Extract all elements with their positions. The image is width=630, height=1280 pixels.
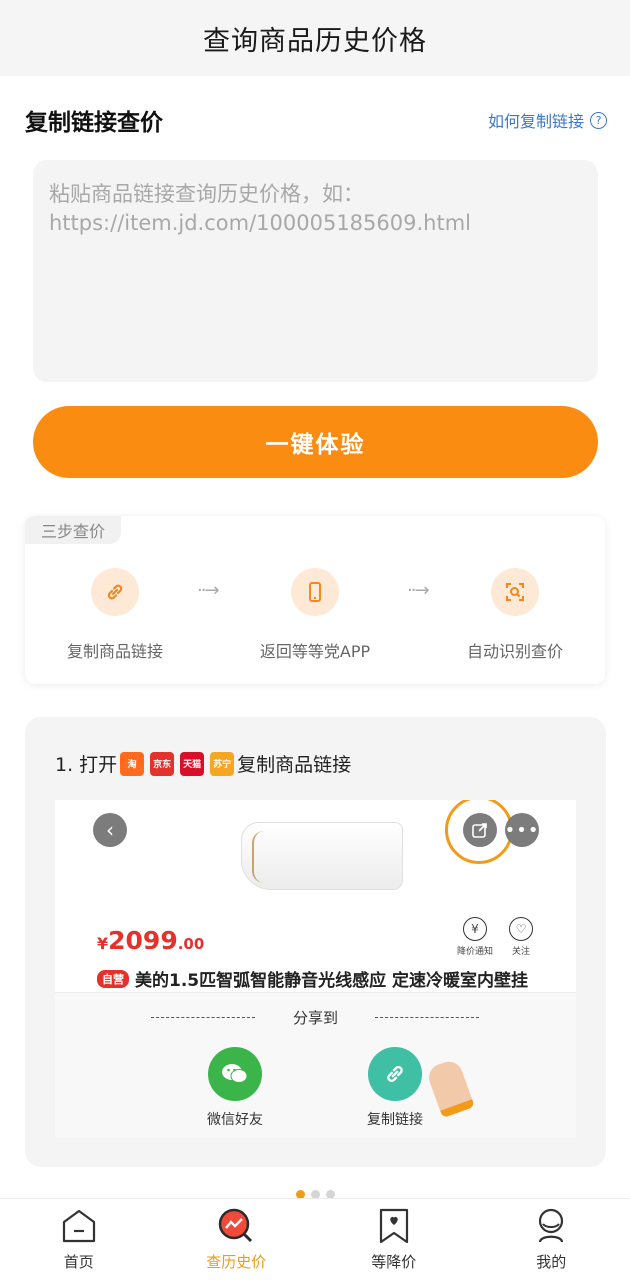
step-label: 复制商品链接 [66,642,163,661]
taobao-icon: 淘 [120,751,145,776]
step-label: 自动识别查价 [466,642,563,661]
share-copy-link: 复制链接 [367,1047,423,1129]
phone-icon [291,568,339,616]
link-icon [91,568,139,616]
try-now-label: 一键体验 [265,431,366,457]
link-input[interactable] [49,180,582,362]
link-icon [368,1047,422,1101]
guide-step-text: 1. 打开 淘 京东 天猫 苏宁 复制商品链接 [55,750,351,777]
follow-label: 关注 [511,947,530,957]
share-option-label: 微信好友 [207,1112,263,1128]
try-now-button[interactable]: 一键体验 [33,406,598,478]
how-to-copy-link[interactable]: 如何复制链接 ? [488,108,607,132]
heart-icon: ♡ [509,917,533,941]
step-copy-link: 复制商品链接 [25,568,205,662]
step-auto-detect: 自动识别查价 [425,568,605,662]
page-title: 查询商品历史价格 [203,25,427,57]
three-steps-card: 三步查价 复制商品链接 ··→ 返回等等党APP ··→ 自动识别查价 [25,516,605,684]
top-header: 查询商品历史价格 [0,0,630,76]
paste-link-box [33,160,598,382]
tab-label: 等降价 [371,1253,417,1271]
wechat-icon [208,1047,262,1101]
self-operated-badge: 自营 [97,969,129,988]
tab-price-history[interactable]: 查历史价 [158,1199,316,1280]
guide-step-suffix: 复制商品链接 [237,754,352,776]
step-return-app: 返回等等党APP [225,568,405,662]
share-to-label: 分享到 [292,1009,338,1027]
suning-icon: 苏宁 [210,751,235,776]
guide-step-prefix: 1. 打开 [55,754,118,776]
user-icon [539,1208,564,1243]
yen-icon: ¥ [463,917,487,941]
steps-tag: 三步查价 [25,516,122,544]
tab-label: 查历史价 [206,1253,267,1271]
bottom-tab-bar: 首页 查历史价 等降价 我的 [0,1198,630,1280]
price-notify-label: 降价通知 [457,947,494,957]
price-notify: ¥ 降价通知 [457,917,493,957]
share-option-label: 复制链接 [367,1112,423,1128]
share-icon [463,813,497,847]
air-conditioner-image [241,822,403,890]
jd-icon: 京东 [150,751,175,776]
tab-home[interactable]: 首页 [0,1199,158,1280]
share-panel: 分享到 微信好友 复制链接 [55,992,576,1138]
bookmark-icon [379,1208,408,1244]
how-to-copy-label: 如何复制链接 [487,112,584,131]
demo-screenshot: ‹ ••• ¥2099.00 ¥ 降价通知 ♡ 关注 自营 美的1.5匹智弧智能… [55,800,576,1138]
tmall-icon: 天猫 [180,751,205,776]
share-wechat: 微信好友 [207,1047,263,1129]
tab-label: 我的 [536,1253,567,1271]
demo-price: ¥2099.00 [97,926,204,955]
question-icon: ? [590,111,607,129]
price-decimal: .00 [177,935,205,953]
tab-wait-price-drop[interactable]: 等降价 [315,1199,473,1280]
copy-section-header: 复制链接查价 如何复制链接 ? [25,100,607,140]
price-history-icon [219,1208,253,1243]
step-label: 返回等等党APP [259,642,371,661]
product-title-text: 美的1.5匹智弧智能静音光线感应 定速冷暖室内壁挂 [135,971,529,991]
demo-product-title: 自营 美的1.5匹智弧智能静音光线感应 定速冷暖室内壁挂 [97,966,528,991]
section-title: 复制链接查价 [25,110,163,136]
guide-card: 1. 打开 淘 京东 天猫 苏宁 复制商品链接 ‹ ••• ¥2099.00 ¥… [25,717,606,1167]
tab-label: 首页 [63,1253,94,1271]
home-icon [62,1209,95,1243]
more-icon: ••• [505,813,539,847]
divider [375,1017,479,1018]
follow: ♡ 关注 [509,917,533,957]
step-arrow: ··→ [197,580,219,601]
scan-icon [491,568,539,616]
price-integer: 2099 [108,926,178,955]
back-arrow-icon: ‹ [93,813,127,847]
tab-mine[interactable]: 我的 [473,1199,630,1280]
price-symbol: ¥ [97,934,109,953]
